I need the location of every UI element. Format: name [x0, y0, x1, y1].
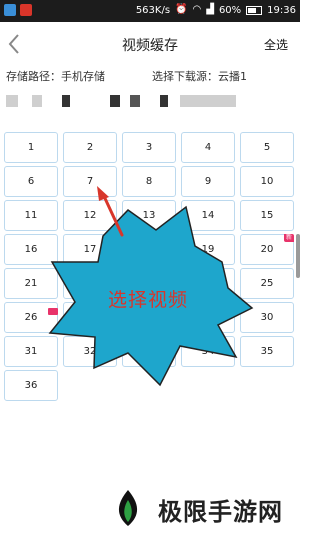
page-title: 视频缓存 — [122, 38, 178, 54]
episode-cell[interactable]: 1 — [4, 132, 58, 163]
redacted-text-block — [32, 95, 42, 107]
watermark-logo-icon — [118, 490, 138, 526]
alarm-icon: ⏰ — [175, 4, 188, 15]
episode-number: 11 — [24, 210, 38, 221]
app-notification-icon — [20, 4, 32, 16]
episode-cell[interactable]: 13 — [122, 200, 176, 231]
episode-cell[interactable]: 36 — [4, 370, 58, 401]
episode-cell[interactable]: 15 — [240, 200, 294, 231]
callout-label: 选择视频 — [108, 289, 189, 311]
episode-number: 21 — [24, 278, 38, 289]
watermark-text: 极限手游网 — [158, 498, 283, 526]
redacted-text-block — [62, 95, 70, 107]
episode-cell[interactable]: 26 — [4, 302, 58, 333]
episode-number: 6 — [27, 176, 35, 187]
episode-number: 8 — [145, 176, 153, 187]
episode-number: 1 — [27, 142, 35, 153]
redacted-text-block — [160, 95, 168, 107]
episode-cell[interactable]: 6 — [4, 166, 58, 197]
episode-number: 34 — [201, 346, 215, 357]
scroll-indicator[interactable] — [296, 234, 300, 278]
redacted-text-block — [110, 95, 120, 107]
episode-number: 3 — [145, 142, 153, 153]
episode-number: 16 — [24, 244, 38, 255]
episode-number: 32 — [83, 346, 97, 357]
battery-percent: 60% — [218, 4, 242, 16]
battery-icon — [246, 5, 263, 15]
redacted-text-block — [6, 95, 18, 107]
episode-cell[interactable]: 5 — [240, 132, 294, 163]
wifi-icon: ◠ — [192, 4, 202, 15]
notification-icons — [4, 4, 32, 16]
episode-cell[interactable]: 11 — [4, 200, 58, 231]
episode-cell[interactable]: 33 — [122, 336, 176, 367]
new-badge: 新 — [283, 234, 294, 242]
episode-number: 35 — [260, 346, 274, 357]
episode-number: 7 — [86, 176, 94, 187]
episode-cell[interactable]: 17 — [63, 234, 117, 265]
episode-cell[interactable]: 8 — [122, 166, 176, 197]
episode-number: 26 — [24, 312, 38, 323]
episode-cell[interactable]: 35 — [240, 336, 294, 367]
episode-number: 19 — [201, 244, 215, 255]
storage-path[interactable]: 存储路径：手机存储 — [6, 68, 105, 84]
episode-cell[interactable]: 2 — [63, 132, 117, 163]
episode-cell[interactable]: 20 新 — [240, 234, 294, 265]
app-notification-icon — [4, 4, 16, 16]
episode-number: 20 — [260, 244, 274, 255]
episode-number: 24 — [201, 278, 215, 289]
episode-cell[interactable]: 19 — [181, 234, 235, 265]
episode-cell[interactable]: 14 — [181, 200, 235, 231]
episode-number: 22 — [83, 278, 97, 289]
clock: 19:36 — [267, 4, 296, 16]
episode-cell[interactable]: 31 — [4, 336, 58, 367]
select-all-button[interactable]: 全选 — [264, 36, 288, 53]
network-speed: 563K/s — [135, 4, 171, 16]
signal-icon: ▟ — [206, 4, 214, 15]
episode-number: 2 — [86, 142, 94, 153]
episode-number: 30 — [260, 312, 274, 323]
episode-number: 15 — [260, 210, 274, 221]
episode-number: 33 — [142, 346, 156, 357]
redacted-text-block — [180, 95, 236, 107]
episode-cell[interactable]: 4 — [181, 132, 235, 163]
episode-cell[interactable]: 25 — [240, 268, 294, 299]
episode-cell[interactable]: 9 — [181, 166, 235, 197]
episode-number: 29 — [201, 312, 215, 323]
episode-number: 17 — [83, 244, 97, 255]
episode-number: 18 — [142, 244, 156, 255]
episode-cell[interactable]: 12 — [63, 200, 117, 231]
episode-cell[interactable]: 29 — [181, 302, 235, 333]
episode-cell[interactable]: 21 — [4, 268, 58, 299]
episode-number: 4 — [204, 142, 212, 153]
episode-cell[interactable]: 30 — [240, 302, 294, 333]
episode-cell[interactable]: 16 — [4, 234, 58, 265]
status-bar: 563K/s ⏰ ◠ ▟ 60% 19:36 — [0, 0, 300, 22]
episode-cell[interactable]: 18 — [122, 234, 176, 265]
episode-number: 36 — [24, 380, 38, 391]
episode-cell[interactable]: 3 — [122, 132, 176, 163]
episode-number: 14 — [201, 210, 215, 221]
new-badge — [48, 308, 58, 315]
episode-number: 31 — [24, 346, 38, 357]
redacted-text-block — [130, 95, 140, 107]
episode-number: 12 — [83, 210, 97, 221]
episode-number: 5 — [263, 142, 271, 153]
episode-cell[interactable]: 34 — [181, 336, 235, 367]
download-source-selector[interactable]: 选择下载源：云播1 — [152, 68, 247, 84]
episode-number: 27 — [83, 312, 97, 323]
watermark: 极限手游网 — [108, 486, 298, 530]
episode-number: 9 — [204, 176, 212, 187]
episode-cell[interactable]: 24 — [181, 268, 235, 299]
app-header: 视频缓存 全选 — [0, 22, 300, 66]
episode-number: 10 — [260, 176, 274, 187]
episode-cell[interactable]: 32 — [63, 336, 117, 367]
episode-cell[interactable]: 7 — [63, 166, 117, 197]
episode-number: 13 — [142, 210, 156, 221]
status-right: 563K/s ⏰ ◠ ▟ 60% 19:36 — [136, 4, 296, 16]
episode-cell[interactable]: 10 — [240, 166, 294, 197]
episode-number: 28 — [142, 312, 156, 323]
episode-number: 25 — [260, 278, 274, 289]
